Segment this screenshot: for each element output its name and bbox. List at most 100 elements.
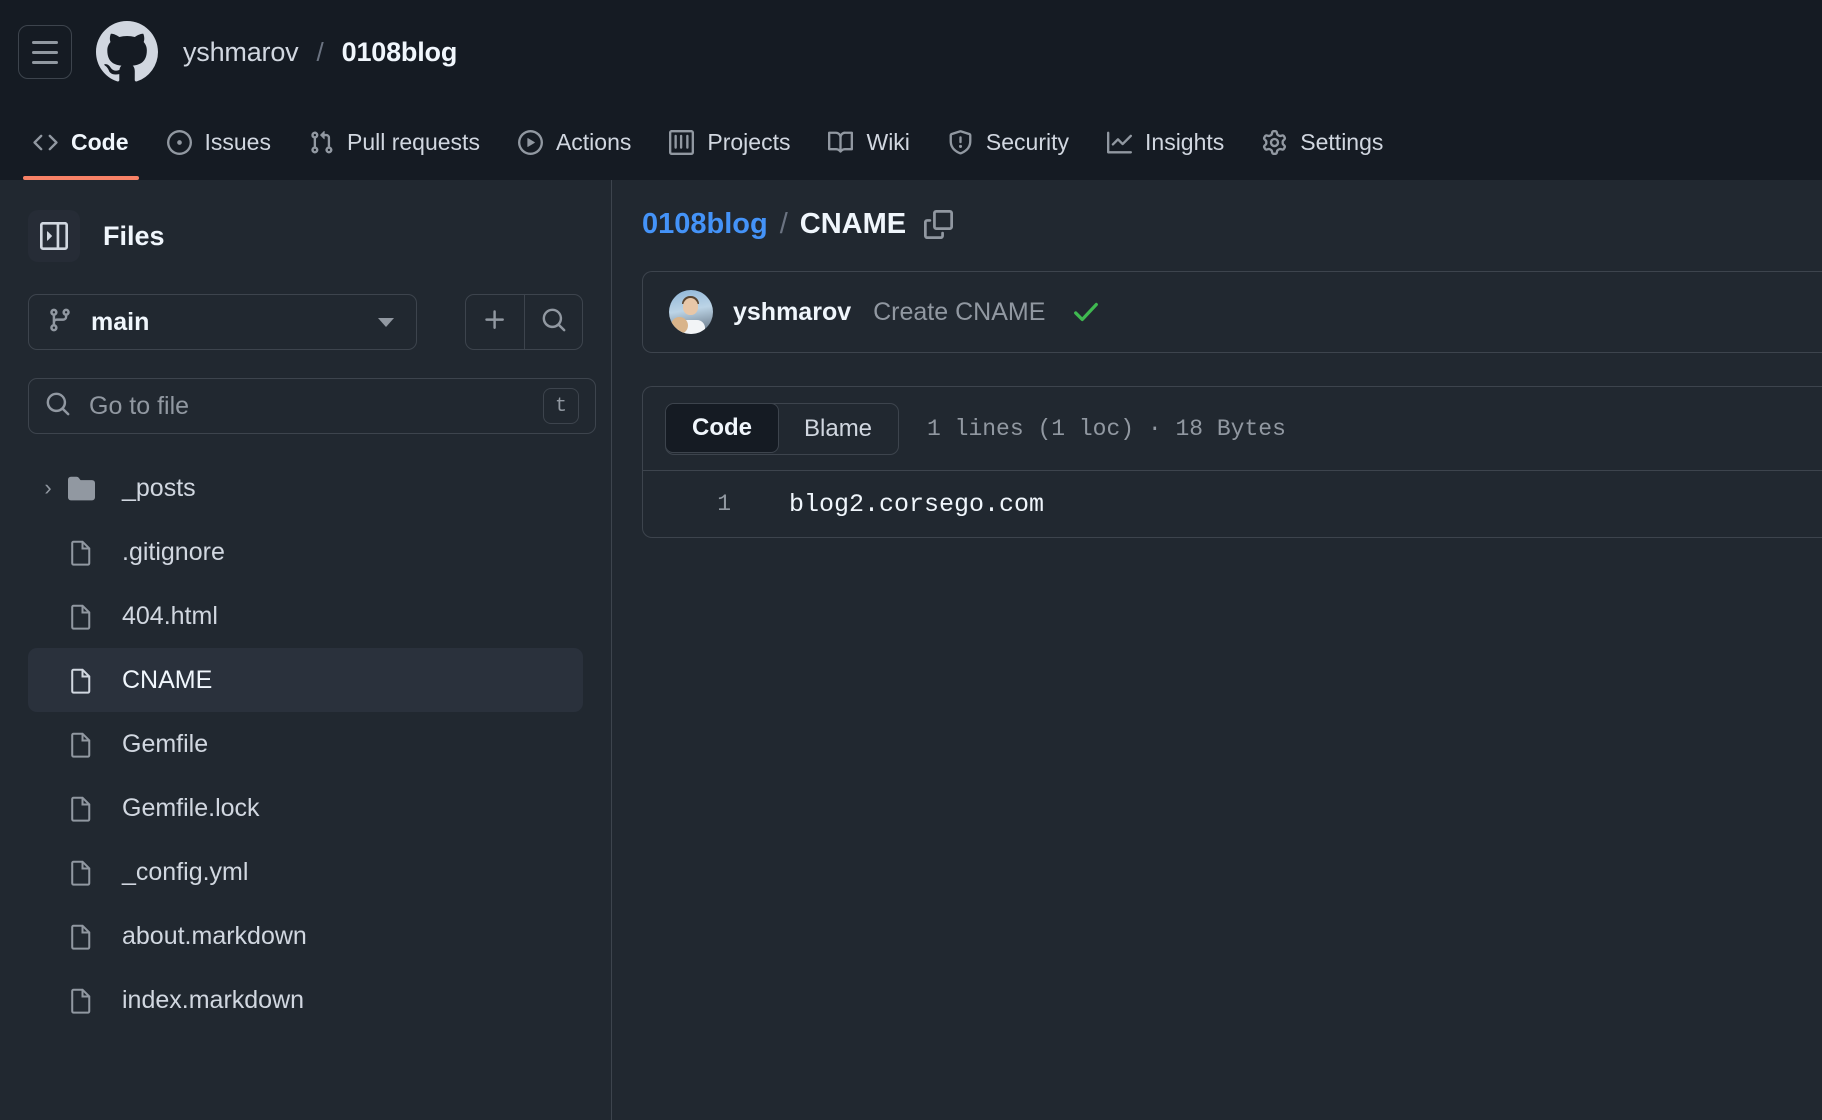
code-panel-header: Code Blame 1 lines (1 loc) · 18 Bytes: [643, 387, 1822, 471]
branch-selector[interactable]: main: [28, 294, 418, 350]
file-tree: › _posts .gitignore 404.html CNAME Gemfi…: [28, 456, 583, 1032]
code-content: 1 blog2.corsego.com: [643, 471, 1822, 537]
tab-actions[interactable]: Actions: [499, 104, 650, 180]
tab-security[interactable]: Security: [929, 104, 1088, 180]
table-icon: [669, 129, 695, 155]
top-header: yshmarov / 0108blog: [0, 0, 1822, 104]
sidebar-collapse-icon[interactable]: [28, 210, 80, 262]
tree-item-label: _config.yml: [122, 857, 249, 886]
tab-blame-view[interactable]: Blame: [778, 404, 898, 454]
commit-author[interactable]: yshmarov: [733, 298, 851, 327]
line-content[interactable]: blog2.corsego.com: [789, 490, 1044, 519]
main-content: 0108blog / CNAME yshmarov Create CNAME C…: [612, 180, 1822, 1120]
hamburger-bar: [32, 50, 58, 54]
hamburger-bar: [32, 40, 58, 44]
tab-wiki[interactable]: Wiki: [809, 104, 928, 180]
tab-code-view[interactable]: Code: [666, 403, 779, 453]
search-files-button[interactable]: [524, 295, 582, 349]
code-blame-toggle: Code Blame: [665, 402, 900, 455]
tab-projects[interactable]: Projects: [650, 104, 809, 180]
tab-pull-requests[interactable]: Pull requests: [290, 104, 499, 180]
code-icon: [33, 130, 58, 155]
play-icon: [517, 129, 543, 155]
github-file-view-page: yshmarov / 0108blog Code Issues Pull req…: [0, 0, 1822, 1120]
branch-row: main: [28, 294, 583, 350]
tree-item-file[interactable]: 404.html: [28, 584, 583, 648]
tree-item-file[interactable]: .gitignore: [28, 520, 583, 584]
file-stats: 1 lines (1 loc) · 18 Bytes: [927, 415, 1286, 442]
graph-icon: [1107, 130, 1133, 155]
git-pull-request-icon: [309, 130, 334, 155]
add-file-button[interactable]: [466, 295, 524, 349]
issue-opened-icon: [166, 129, 192, 155]
tab-label: Settings: [1300, 128, 1384, 155]
code-view-panel: Code Blame 1 lines (1 loc) · 18 Bytes 1 …: [642, 386, 1822, 538]
tree-item-label: about.markdown: [122, 921, 307, 950]
search-icon: [541, 307, 567, 338]
check-success-icon[interactable]: [1071, 297, 1101, 327]
hamburger-bar: [32, 60, 58, 64]
tab-label: Insights: [1145, 128, 1225, 155]
latest-commit-bar: yshmarov Create CNAME: [642, 271, 1822, 353]
commit-message[interactable]: Create CNAME: [873, 298, 1045, 327]
chevron-right-icon[interactable]: ›: [28, 475, 68, 501]
tree-item-file[interactable]: about.markdown: [28, 904, 583, 968]
tab-label: Security: [985, 128, 1070, 155]
file-icon: [68, 987, 112, 1014]
file-icon: [68, 859, 112, 886]
avatar-detail: [671, 317, 688, 334]
tree-item-label: Gemfile: [122, 729, 209, 758]
branch-name: main: [91, 307, 150, 336]
github-logo-icon[interactable]: [96, 21, 158, 83]
tree-item-file[interactable]: _config.yml: [28, 840, 583, 904]
breadcrumb-separator: /: [316, 36, 324, 67]
tree-item-label: index.markdown: [122, 985, 305, 1014]
user-avatar[interactable]: [669, 290, 713, 334]
body-split: Files main Go to file t › _posts .gitign…: [0, 180, 1822, 1120]
git-branch-icon: [47, 307, 73, 338]
breadcrumb-repo-link[interactable]: 0108blog: [642, 208, 768, 241]
tree-item-folder[interactable]: › _posts: [28, 456, 583, 520]
tree-item-file[interactable]: index.markdown: [28, 968, 583, 1032]
tab-label: Pull requests: [346, 128, 480, 155]
search-icon: [45, 391, 71, 422]
search-input[interactable]: Go to file t: [28, 378, 596, 434]
tree-item-file[interactable]: Gemfile: [28, 712, 583, 776]
file-icon: [68, 731, 112, 758]
breadcrumb-owner[interactable]: yshmarov: [183, 37, 299, 68]
tab-issues[interactable]: Issues: [148, 104, 290, 180]
search-shortcut-badge: t: [543, 388, 579, 424]
tree-item-label: Gemfile.lock: [122, 793, 260, 822]
files-title: Files: [103, 220, 165, 251]
repo-nav-tabs: Code Issues Pull requests Actions Projec: [0, 104, 1822, 180]
file-icon: [68, 603, 112, 630]
breadcrumb-separator: /: [779, 208, 788, 240]
tree-item-label: .gitignore: [122, 537, 225, 566]
shield-icon: [948, 129, 973, 155]
copy-path-icon[interactable]: [924, 210, 954, 239]
tab-label: Issues: [204, 128, 271, 155]
tab-label: Code: [71, 128, 129, 155]
folder-icon: [68, 475, 112, 502]
tree-item-file[interactable]: Gemfile.lock: [28, 776, 583, 840]
breadcrumb-repo[interactable]: 0108blog: [342, 37, 458, 68]
file-icon: [68, 539, 112, 566]
file-sidebar: Files main Go to file t › _posts .gitign…: [0, 180, 612, 1120]
tab-settings[interactable]: Settings: [1243, 104, 1402, 180]
chevron-down-icon: [378, 317, 395, 327]
breadcrumb-file-name: CNAME: [799, 208, 907, 240]
book-icon: [828, 130, 854, 155]
tab-insights[interactable]: Insights: [1088, 104, 1243, 180]
tab-code[interactable]: Code: [14, 104, 148, 180]
sidebar-action-buttons: [465, 294, 583, 350]
file-breadcrumb: 0108blog / CNAME: [642, 208, 1822, 241]
hamburger-icon[interactable]: [18, 25, 72, 79]
tab-label: Projects: [707, 128, 791, 155]
file-icon: [68, 923, 112, 950]
tab-label: Wiki: [866, 128, 910, 155]
tree-item-file-selected[interactable]: CNAME: [28, 648, 583, 712]
files-header: Files: [28, 180, 583, 262]
tab-label: Actions: [555, 128, 632, 155]
line-number[interactable]: 1: [643, 491, 739, 517]
tree-item-label: 404.html: [122, 601, 218, 630]
